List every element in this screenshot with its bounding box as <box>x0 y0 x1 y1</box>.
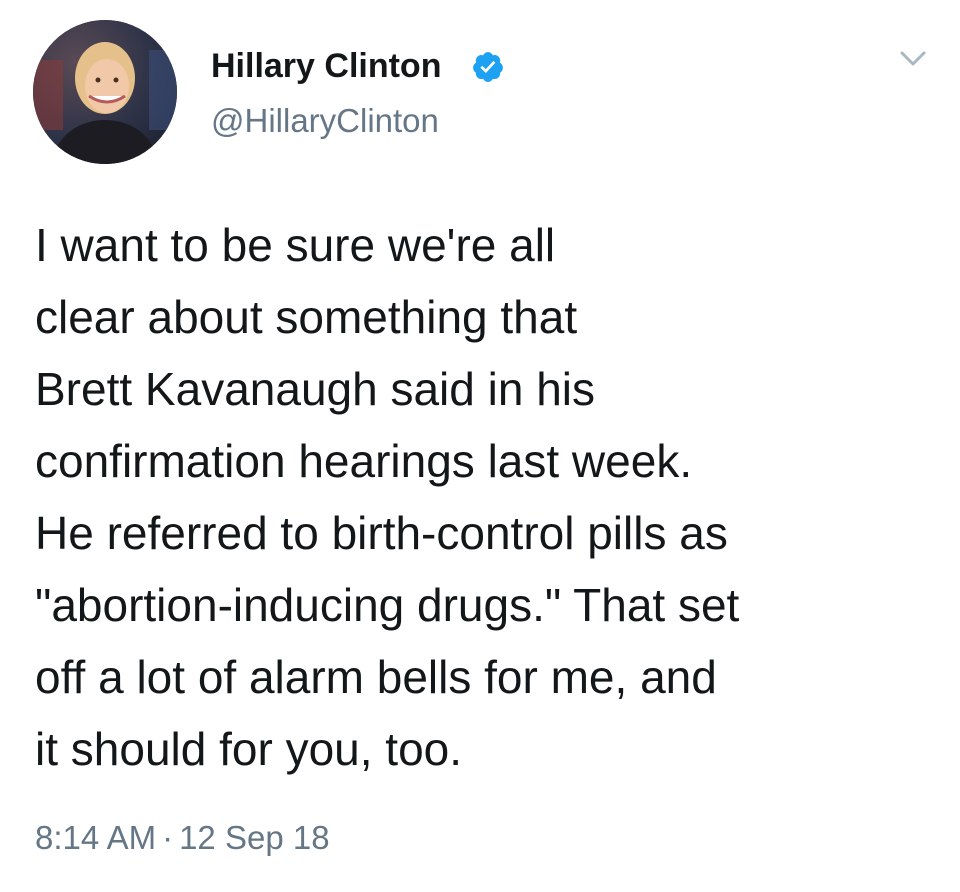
avatar[interactable] <box>33 20 177 164</box>
tweet-text: I want to be sure we're all clear about … <box>35 219 740 775</box>
author-handle[interactable]: @HillaryClinton <box>211 101 439 141</box>
chevron-down-icon[interactable] <box>896 48 930 70</box>
author-name[interactable]: Hillary Clinton <box>211 46 441 86</box>
tweet-date[interactable]: 12 Sep 18 <box>179 819 329 856</box>
timestamp-separator: · <box>162 819 174 856</box>
tweet-timestamp[interactable]: 8:14 AM · 12 Sep 18 <box>35 818 330 858</box>
tweet-card: Hillary Clinton @HillaryClinton I want t… <box>0 0 960 892</box>
verified-badge-icon <box>473 52 503 82</box>
avatar-photo <box>33 20 177 164</box>
tweet-time[interactable]: 8:14 AM <box>35 819 156 856</box>
